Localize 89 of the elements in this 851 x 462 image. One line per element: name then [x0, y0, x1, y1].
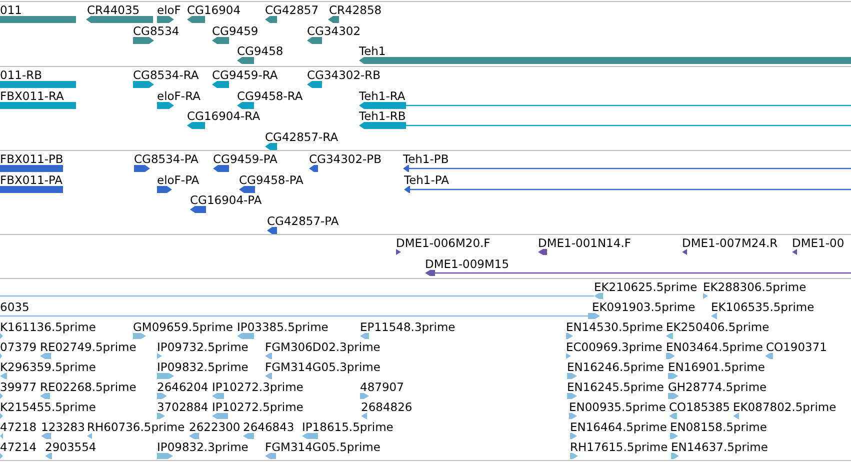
feature-label: FGM314G05.5prime [265, 440, 380, 454]
feature-label: CR42858 [329, 3, 382, 17]
feature-label: Teh1-PB [403, 152, 449, 166]
feature-label: CG42857-PA [267, 214, 339, 228]
feature-label: CG9459-RA [212, 68, 278, 82]
feature-label: EK091903.5prime [592, 300, 696, 314]
feature-label: Teh1-PA [404, 172, 449, 186]
feature-label: FBX011-PA [0, 172, 63, 186]
feature-label: CO185385 [669, 400, 730, 414]
feature-label: 2646843 [243, 420, 294, 434]
feature-label: FBX011-PB [0, 152, 64, 166]
feature-label: CG34302-PB [309, 152, 382, 166]
feature-label: EK087802.5prime [733, 400, 836, 414]
feature-label: IP10272.3prime [212, 380, 304, 394]
feature-label: 487907 [360, 380, 404, 394]
feature-label: 47214 [0, 440, 37, 454]
feature-label: IP10272.5prime [212, 400, 304, 414]
feature-label: IP09832.5prime [157, 360, 248, 374]
feature-label: DME1-001N14.F [538, 236, 631, 250]
feature-label: CG9459 [212, 24, 258, 38]
feature-label: CG9459-PA [213, 152, 278, 166]
feature-label: EC00969.3prime [566, 340, 662, 354]
feature-label: CG8534-RA [133, 68, 199, 82]
feature-label: EN16901.5prime [668, 360, 765, 374]
feature-label: CG34302 [307, 24, 361, 38]
feature-label: EN14530.5prime [566, 320, 663, 334]
feature-label: CG42857 [265, 3, 319, 17]
feature-label: EK288306.5prime [703, 280, 806, 294]
feature-label: 3702884 [157, 400, 208, 414]
feature-label: IP09832.3prime [157, 440, 248, 454]
feature-label: K161136.5prime [0, 320, 96, 334]
feature-label: EP11548.3prime [360, 320, 456, 334]
feature-label: CG34302-RB [307, 68, 381, 82]
feature-label: FBX011-RA [0, 88, 64, 102]
feature-label: CG9458-PA [239, 172, 304, 186]
feature-label: CG16904-RA [187, 109, 260, 123]
feature-label: EN16246.5prime [567, 360, 664, 374]
feature-label: Teh1 [359, 44, 386, 58]
feature-label: 2646204 [157, 380, 208, 394]
feature-label: IP18615.5prime [302, 420, 394, 434]
feature-label: DME1-00 [792, 236, 844, 250]
feature-label: IP09732.5prime [157, 340, 248, 354]
feature-label: Teh1-RA [359, 88, 406, 102]
feature-label: EN14637.5prime [671, 440, 768, 454]
feature-label: 011 [0, 3, 22, 17]
feature-label: 47218 [0, 420, 37, 434]
feature-label: 2622300 [189, 420, 240, 434]
feature-label: CO190371 [766, 340, 827, 354]
feature-label: RE02749.5prime [40, 340, 136, 354]
feature-label: EN08158.5prime [670, 420, 767, 434]
feature-label: CG16904-PA [190, 193, 262, 207]
feature-label: EN16464.5prime [570, 420, 667, 434]
feature-label: K215455.5prime [0, 400, 96, 414]
feature-label: EN03464.5prime [666, 340, 763, 354]
feature-label: 6035 [0, 300, 30, 314]
feature-label: 07379 [0, 340, 37, 354]
feature-label: EN00935.5prime [569, 400, 666, 414]
feature-label: DME1-006M20.F [396, 236, 490, 250]
feature-label: CG9458-RA [237, 88, 303, 102]
feature-label: RE02268.5prime [40, 380, 136, 394]
feature-label: EK106535.5prime [711, 300, 814, 314]
feature-label: 2684826 [361, 400, 412, 414]
feature-label: RH60736.5prime [87, 420, 185, 434]
feature-label: eloF-RA [157, 88, 200, 102]
feature-label: EK210625.5prime [594, 280, 698, 294]
feature-label: CR44035 [87, 3, 140, 17]
feature-label: DME1-009M15 [425, 257, 510, 271]
feature-label: DME1-007M24.R [682, 236, 778, 250]
feature-label: 2903554 [45, 440, 96, 454]
feature-label: 123283 [41, 420, 85, 434]
feature-label: K296359.5prime [0, 360, 96, 374]
feature-label: RH17615.5prime [570, 440, 668, 454]
feature-label: EK250406.5prime [666, 320, 770, 334]
feature-label: FGM314G05.3prime [265, 360, 380, 374]
feature-label: CG8534-PA [134, 152, 198, 166]
feature-label: eloF [157, 3, 181, 17]
feature-label: CG42857-RA [265, 130, 338, 144]
feature-label: EN16245.5prime [567, 380, 664, 394]
feature-label: 011-RB [0, 68, 42, 82]
feature-label: 39977 [0, 380, 37, 394]
feature-label: Teh1-RB [359, 109, 406, 123]
feature-label: FGM306D02.3prime [265, 340, 380, 354]
feature-label: GM09659.5prime [133, 320, 233, 334]
feature-label: eloF-PA [157, 172, 200, 186]
feature-label: CG16904 [187, 3, 241, 17]
feature-label: CG9458 [237, 44, 284, 58]
feature-label: CG8534 [133, 24, 180, 38]
feature-label: IP03385.5prime [237, 320, 328, 334]
feature-label: GH28774.5prime [668, 380, 767, 394]
